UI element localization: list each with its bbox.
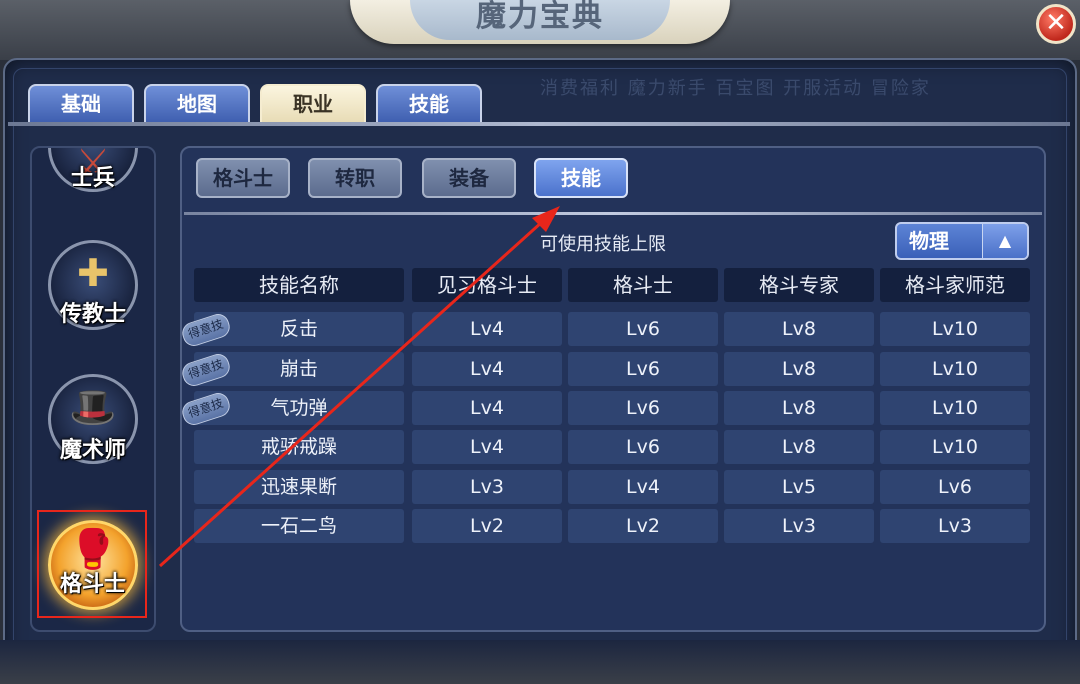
annotation-arrow [158,206,560,568]
bottom-strip [0,640,1080,684]
annotation-arrow-line [158,220,544,568]
